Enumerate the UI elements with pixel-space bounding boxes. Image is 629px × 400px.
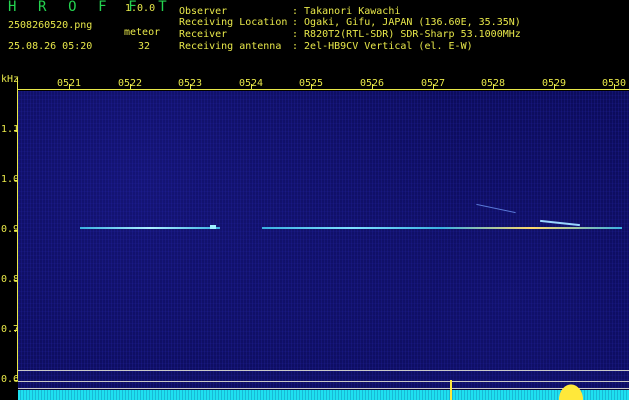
threshold-line [18,381,629,382]
app-version: 1.0.0 [125,3,156,14]
receiver-label: Receiver [179,29,228,40]
threshold-line [18,370,629,371]
y-tick-label: 0.8 [1,274,20,285]
antenna-label: Receiving antenna [179,41,282,52]
antenna-value: : 2el-HB9CV Vertical (el. E-W) [292,41,473,52]
meteor-count: 32 [138,41,151,52]
x-tick-label: 0525 [299,78,324,89]
x-tick-label: 0526 [360,78,385,89]
y-tick-label: 0.7 [1,324,20,335]
header-panel: H R O F F T 1.0.0 2508260520.png meteor … [0,0,629,72]
level-meter [18,390,629,400]
level-peak [557,382,585,400]
y-tick-label: 0.9 [1,224,20,235]
x-axis-line [18,89,629,90]
x-tick-label: 0527 [421,78,446,89]
level-spike [450,380,452,400]
x-tick-label: 0524 [239,78,264,89]
x-tick-label: 0521 [57,78,82,89]
x-tick-label: 0522 [118,78,143,89]
x-tick-label: 0529 [542,78,567,89]
x-tick-label: 0523 [178,78,203,89]
signal-trace [262,227,622,229]
observation-datetime: 25.08.26 05:20 [8,41,93,52]
meteor-label: meteor [124,27,161,38]
y-tick-label: 1.1 [1,124,20,135]
x-tick-label: 0528 [481,78,506,89]
file-name: 2508260520.png [8,20,93,31]
receiver-value: : R820T2(RTL-SDR) SDR-Sharp 53.1000MHz [292,29,521,40]
signal-trace [80,227,220,229]
location-label: Receiving Location [179,17,288,28]
spectrogram-area [18,91,629,388]
y-tick-label: 0.6 [1,374,20,385]
signal-blip [210,225,216,229]
x-tick-label: 0530 [602,78,627,89]
y-tick-label: 1.0 [1,174,20,185]
location-value: : Ogaki, Gifu, JAPAN (136.60E, 35.35N) [292,17,521,28]
